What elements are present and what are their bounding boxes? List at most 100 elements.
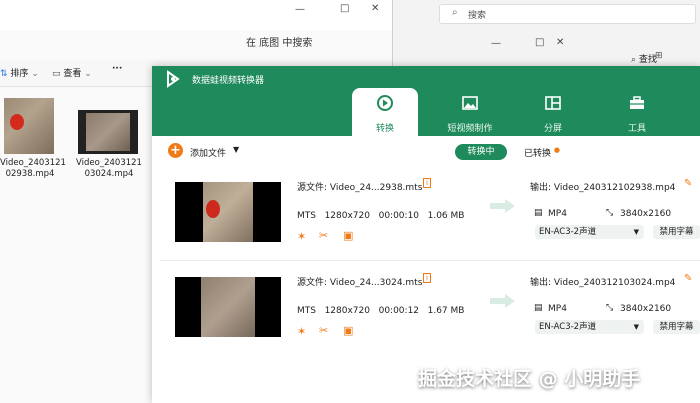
chevron-down-icon: ⌄ <box>84 69 92 79</box>
search-box[interactable]: ⌕ 搜索 <box>439 4 696 24</box>
converting-tab[interactable]: 转换中 <box>455 144 507 160</box>
image-icon <box>462 96 478 110</box>
arrow-right-icon <box>490 294 515 308</box>
file-name: Video_2403121 03024.mp4 <box>76 158 142 179</box>
resolution-icon: ⤡ <box>606 303 614 313</box>
sort-icon: ⇅ <box>0 69 8 79</box>
tab-convert[interactable]: 转换 <box>352 88 418 136</box>
output-file-label: 输出: Video_240312102938.mp4 <box>530 183 676 193</box>
search-placeholder: 搜索 <box>468 11 487 21</box>
audio-value: EN-AC3-2声道 <box>539 322 597 332</box>
video-thumbnail[interactable] <box>175 182 281 242</box>
view-button[interactable]: ▭ 查看 ⌄ <box>52 66 92 79</box>
format: MTS <box>297 306 316 316</box>
output-resolution[interactable]: 3840x2160 <box>620 209 671 219</box>
toolbox-icon <box>630 96 644 109</box>
media-info: MTS 1280x720 00:00:12 1.67 MB <box>297 306 464 316</box>
maximize-icon[interactable]: □ <box>340 3 349 14</box>
file-item[interactable]: Video_2403121 02938.mp4 <box>0 96 66 186</box>
converter-window: 数据蛙视频转换器 转换 短视频制作 分屏 工具 + 添加文件 ▼ 转换中 已转换… <box>152 66 700 403</box>
minimize-icon[interactable]: — <box>491 38 501 49</box>
search-icon: ⌕ <box>452 7 458 18</box>
convert-icon <box>377 95 393 111</box>
format: MTS <box>297 211 316 221</box>
file-thumbnail <box>78 110 138 154</box>
close-icon[interactable]: ✕ <box>371 3 379 14</box>
chevron-down-icon: ▼ <box>633 323 639 331</box>
more-button[interactable]: ··· <box>112 64 122 74</box>
tab-label: 转换 <box>375 124 394 134</box>
add-file-label: 添加文件 <box>190 149 227 159</box>
subtitle-select[interactable]: 禁用字幕 <box>653 320 700 334</box>
minimize-icon[interactable]: — <box>295 4 305 15</box>
output-resolution[interactable]: 3840x2160 <box>620 304 671 314</box>
add-icon: + <box>168 143 183 158</box>
tab-label: 分屏 <box>543 124 562 134</box>
view-icon: ▭ <box>52 69 61 79</box>
cut-icon[interactable]: ✂ <box>319 324 328 337</box>
app-title: 数据蛙视频转换器 <box>192 76 265 86</box>
output-format[interactable]: MP4 <box>548 209 567 219</box>
title-bar <box>0 0 392 30</box>
duration: 00:00:10 <box>378 211 420 221</box>
view-label: 查看 <box>63 69 82 79</box>
rename-icon[interactable]: ✎ <box>684 178 692 189</box>
resolution: 1280x720 <box>324 306 370 316</box>
search-icon: ⌕ <box>631 55 637 65</box>
audio-value: EN-AC3-2声道 <box>539 227 597 237</box>
cut-icon[interactable]: ✂ <box>319 229 328 242</box>
file-name: Video_2403121 02938.mp4 <box>0 158 66 179</box>
converting-label: 转换中 <box>467 147 495 157</box>
source-file-label: 源文件: Video_24...3024.mts <box>297 278 423 288</box>
converted-label: 已转换 <box>524 149 552 159</box>
edit-icon[interactable]: ▣ <box>343 229 353 242</box>
chevron-down-icon: ▼ <box>233 145 240 154</box>
tab-short-video[interactable]: 短视频制作 <box>437 88 503 136</box>
output-format[interactable]: MP4 <box>548 304 567 314</box>
file-size: 1.67 MB <box>427 306 465 316</box>
select-icon[interactable]: ⊞ <box>655 51 663 61</box>
output-file-label: 输出: Video_240312103024.mp4 <box>530 278 676 288</box>
audio-select[interactable]: EN-AC3-2声道 ▼ <box>535 320 644 334</box>
file-item[interactable]: Video_2403121 03024.mp4 <box>76 96 142 186</box>
tab-label: 短视频制作 <box>447 124 493 134</box>
app-header: 数据蛙视频转换器 转换 短视频制作 分屏 工具 <box>152 66 700 136</box>
tab-split-screen[interactable]: 分屏 <box>520 88 586 136</box>
source-file-label: 源文件: Video_24...2938.mts <box>297 183 423 193</box>
media-info: MTS 1280x720 00:00:10 1.06 MB <box>297 211 464 221</box>
info-icon[interactable]: i <box>423 273 431 283</box>
audio-select[interactable]: EN-AC3-2声道 ▼ <box>535 225 644 239</box>
resolution: 1280x720 <box>324 211 370 221</box>
file-size: 1.06 MB <box>427 211 465 221</box>
subtitle-select[interactable]: 禁用字幕 <box>653 225 700 239</box>
search-text[interactable]: 在 底图 中搜索 <box>246 34 312 49</box>
sort-button[interactable]: ⇅ 排序 ⌄ <box>0 66 39 79</box>
list-item: 源文件: Video_24...2938.mts i MTS 1280x720 … <box>160 170 700 261</box>
edit-icon[interactable]: ▣ <box>343 324 353 337</box>
notification-dot: ● <box>553 146 560 154</box>
resolution-icon: ⤡ <box>606 208 614 218</box>
arrow-right-icon <box>490 199 515 213</box>
effect-icon[interactable]: ✶ <box>297 230 306 243</box>
info-icon[interactable]: i <box>423 178 431 188</box>
film-icon: ▤ <box>534 303 543 313</box>
app-logo-icon <box>167 70 180 88</box>
sort-label: 排序 <box>10 69 29 79</box>
maximize-icon[interactable]: □ <box>535 37 544 48</box>
converted-tab[interactable]: 已转换 ● <box>524 146 560 159</box>
chevron-down-icon: ▼ <box>633 228 639 236</box>
watermark: 掘金技术社区 @ 小明助手 <box>418 368 641 390</box>
subtitle-value: 禁用字幕 <box>659 227 694 237</box>
chevron-down-icon: ⌄ <box>31 69 39 79</box>
tab-label: 工具 <box>627 124 646 134</box>
film-icon: ▤ <box>534 208 543 218</box>
close-icon[interactable]: ✕ <box>556 37 564 48</box>
duration: 00:00:12 <box>378 306 420 316</box>
subtitle-value: 禁用字幕 <box>659 322 694 332</box>
list-item: 源文件: Video_24...3024.mts i MTS 1280x720 … <box>160 265 700 355</box>
tab-tools[interactable]: 工具 <box>604 88 670 136</box>
rename-icon[interactable]: ✎ <box>684 273 692 284</box>
video-thumbnail[interactable] <box>175 277 281 337</box>
effect-icon[interactable]: ✶ <box>297 325 306 338</box>
split-screen-icon <box>545 96 561 110</box>
